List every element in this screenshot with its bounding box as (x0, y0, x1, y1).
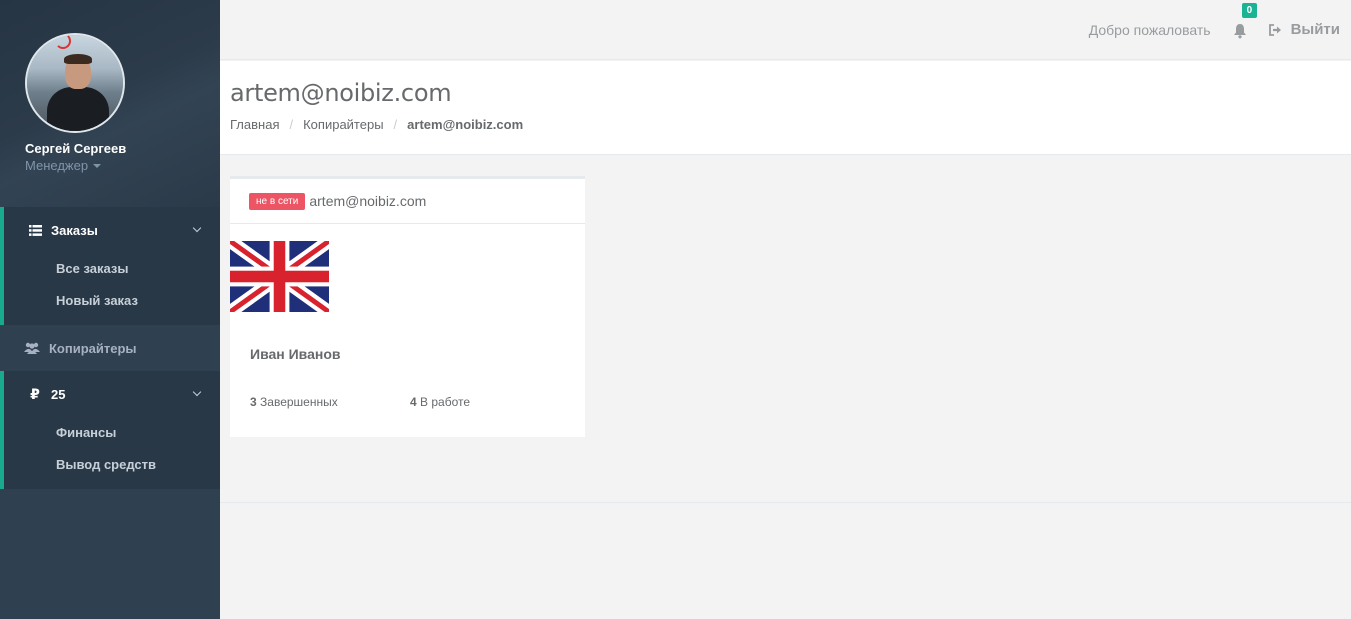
sidebar-item-withdraw[interactable]: Вывод средств (4, 449, 220, 481)
sidebar-item-balance[interactable]: ₽ 25 (4, 371, 220, 417)
sidebar-item-new-order[interactable]: Новый заказ (4, 285, 220, 317)
sidebar-item-balance-label: 25 (51, 386, 66, 402)
breadcrumb-separator: / (289, 117, 294, 132)
copywriter-stats: 3 Завершенных 4 В работе (250, 395, 570, 409)
uk-flag-icon (230, 241, 329, 312)
profile-header: Сергей Сергеев Менеджер (0, 0, 220, 207)
sidebar: Сергей Сергеев Менеджер Заказы Все заказ… (0, 0, 220, 619)
stat-in-progress-count: 4 (410, 395, 417, 409)
stat-in-progress: 4 В работе (410, 395, 570, 409)
chevron-down-icon (192, 387, 202, 397)
sidebar-group-balance: ₽ 25 Финансы Вывод средств (0, 371, 220, 489)
sidebar-item-copywriters[interactable]: Копирайтеры (0, 325, 220, 371)
avatar[interactable] (25, 33, 125, 133)
breadcrumb-home[interactable]: Главная (230, 117, 279, 132)
stat-completed: 3 Завершенных (250, 395, 410, 409)
breadcrumb: Главная / Копирайтеры / artem@noibiz.com (230, 117, 1341, 132)
sign-out-icon (1268, 23, 1281, 36)
breadcrumb-copywriters[interactable]: Копирайтеры (303, 117, 383, 132)
footer-divider (220, 502, 1351, 503)
card-title: не в сети artem@noibiz.com (230, 179, 585, 224)
copywriter-card: не в сети artem@noibiz.com Иван Иванов 3… (230, 176, 585, 437)
welcome-text: Добро пожаловать (1088, 21, 1211, 38)
profile-role-label: Менеджер (25, 158, 89, 173)
card-email: artem@noibiz.com (309, 193, 427, 209)
sidebar-item-orders[interactable]: Заказы (4, 207, 220, 253)
ruble-icon: ₽ (30, 385, 40, 402)
page-heading: artem@noibiz.com Главная / Копирайтеры /… (220, 61, 1351, 155)
page-title: artem@noibiz.com (230, 79, 452, 107)
profile-name: Сергей Сергеев (25, 141, 127, 156)
bell-icon (1233, 23, 1246, 38)
profile-role-dropdown[interactable]: Менеджер (25, 158, 195, 173)
copywriter-name: Иван Иванов (250, 346, 341, 362)
top-navbar: Добро пожаловать 0 Выйти (220, 0, 1351, 60)
stat-completed-label: Завершенных (260, 395, 338, 409)
chevron-down-icon (192, 223, 202, 233)
notifications-count-badge: 0 (1241, 2, 1258, 18)
status-badge: не в сети (249, 192, 306, 210)
sidebar-group-orders: Заказы Все заказы Новый заказ (0, 207, 220, 325)
sidebar-item-finances[interactable]: Финансы (4, 417, 220, 449)
logout-button[interactable]: Выйти (1268, 21, 1340, 38)
logout-label: Выйти (1290, 21, 1340, 38)
stat-in-progress-label: В работе (420, 395, 471, 409)
sidebar-item-all-orders[interactable]: Все заказы (4, 253, 220, 285)
breadcrumb-separator: / (393, 117, 398, 132)
stat-completed-count: 3 (250, 395, 257, 409)
sidebar-item-orders-label: Заказы (51, 222, 98, 238)
sidebar-item-copywriters-label: Копирайтеры (49, 340, 137, 356)
list-icon (28, 224, 42, 236)
breadcrumb-current: artem@noibiz.com (407, 117, 524, 132)
caret-down-icon (93, 163, 102, 168)
notifications-button[interactable]: 0 (1233, 2, 1258, 39)
users-icon (24, 342, 40, 354)
